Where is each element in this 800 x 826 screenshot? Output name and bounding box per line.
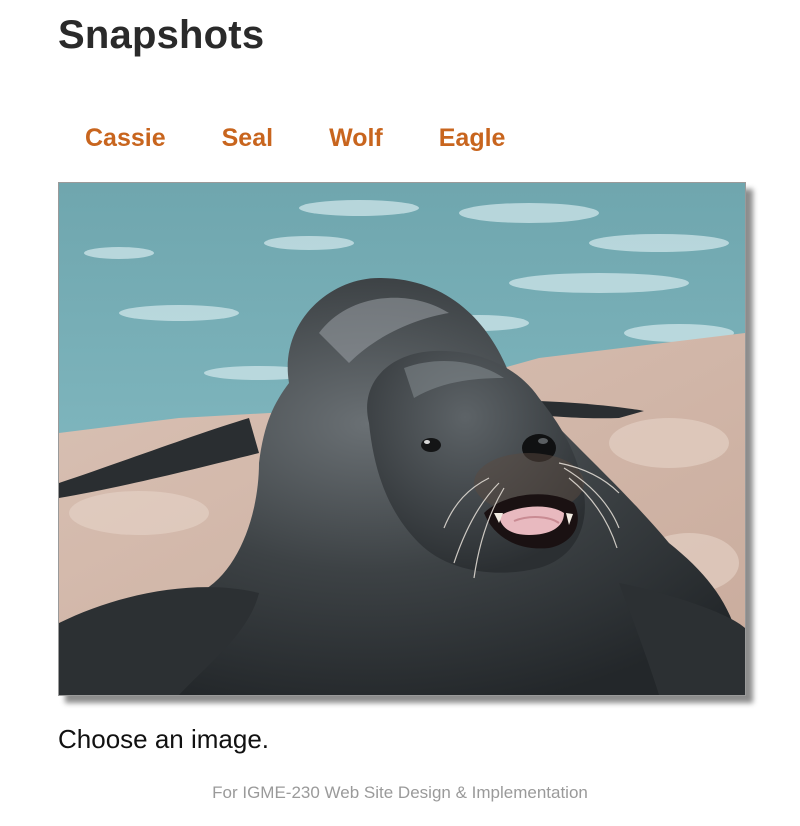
nav-link-eagle[interactable]: Eagle	[439, 124, 506, 153]
footer-text: For IGME-230 Web Site Design & Implement…	[212, 783, 588, 802]
thumbnail-nav: Cassie Seal Wolf Eagle	[85, 120, 561, 156]
main-photo	[58, 182, 746, 696]
seal-photo-illustration	[59, 183, 745, 695]
page-title: Snapshots	[58, 13, 265, 57]
image-caption: Choose an image.	[58, 724, 270, 754]
nav-link-cassie[interactable]: Cassie	[85, 124, 166, 153]
nav-link-seal[interactable]: Seal	[222, 124, 273, 153]
nav-link-wolf[interactable]: Wolf	[329, 124, 383, 153]
